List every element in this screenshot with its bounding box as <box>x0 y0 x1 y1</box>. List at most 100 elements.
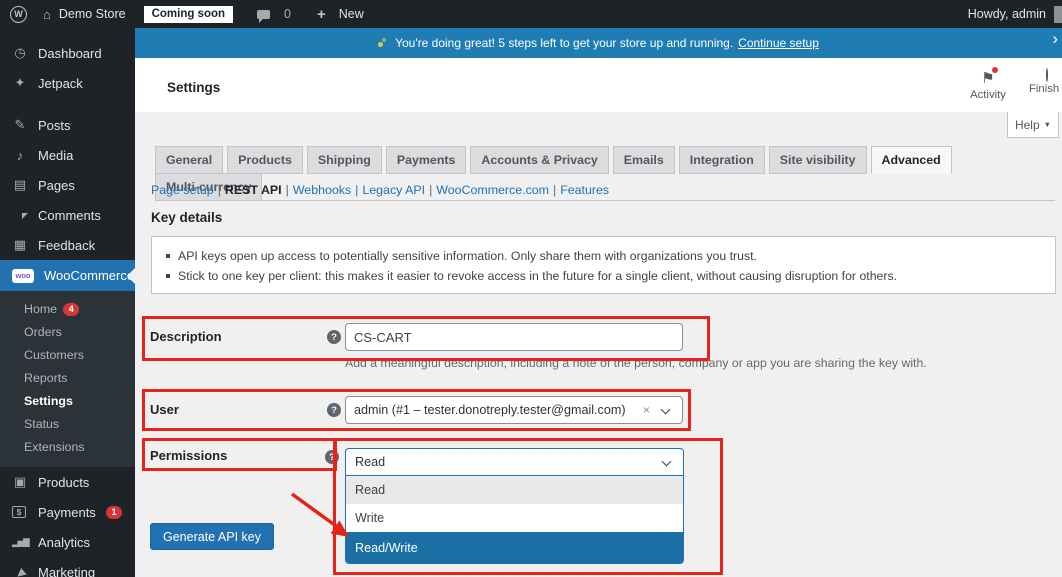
pages-icon: ▤ <box>13 177 27 192</box>
subnav-page-setup[interactable]: Page setup <box>151 183 214 197</box>
sidebar-item-woocommerce[interactable]: woo WooCommerce <box>0 260 135 291</box>
marketing-icon: ◀ <box>13 566 28 577</box>
tab-accounts-privacy[interactable]: Accounts & Privacy <box>470 146 609 174</box>
permissions-label: Permissions <box>150 448 228 463</box>
analytics-icon: ▂▅▇ <box>12 536 30 547</box>
notice-message: You're doing great! 5 steps left to get … <box>395 36 734 50</box>
sidebar-item-products[interactable]: ▣ Products <box>0 467 135 497</box>
submenu-item-status[interactable]: Status <box>0 413 135 436</box>
sidebar-label: Media <box>38 147 74 163</box>
coming-soon-badge: Coming soon <box>143 5 234 23</box>
help-button[interactable]: Help ▼ <box>1007 112 1059 138</box>
subnav-separator: | <box>285 183 289 197</box>
user-select[interactable]: admin (#1 – tester.donotreply.tester@gma… <box>345 396 683 424</box>
comment-count: 0 <box>284 7 291 21</box>
sidebar-item-dashboard[interactable]: ◷ Dashboard <box>0 38 135 68</box>
description-label: Description <box>150 329 222 344</box>
tab-shipping[interactable]: Shipping <box>306 146 382 174</box>
clear-selection-icon[interactable]: × <box>643 403 650 417</box>
sidebar-item-analytics[interactable]: ▂▅▇ Analytics <box>0 527 135 557</box>
tab-advanced[interactable]: Advanced <box>870 146 952 174</box>
subnav-features[interactable]: Features <box>560 183 609 197</box>
user-select-value: admin (#1 – tester.donotreply.tester@gma… <box>354 403 626 417</box>
plus-icon: + <box>316 5 326 23</box>
sidebar-item-media[interactable]: ♪ Media <box>0 140 135 170</box>
celebration-icon <box>378 38 388 48</box>
tab-products[interactable]: Products <box>227 146 303 174</box>
option-read[interactable]: Read <box>346 476 683 504</box>
option-write[interactable]: Write <box>346 504 683 532</box>
subnav-woocommerce-com[interactable]: WooCommerce.com <box>436 183 549 197</box>
home-icon: ⌂ <box>43 6 51 22</box>
continue-setup-link[interactable]: Continue setup <box>738 36 819 50</box>
submenu-label: Settings <box>24 394 73 408</box>
submenu-item-orders[interactable]: Orders <box>0 321 135 344</box>
sidebar-label: Pages <box>38 177 75 193</box>
permissions-select[interactable]: Read <box>345 448 684 476</box>
sidebar-item-posts[interactable]: ✎ Posts <box>0 110 135 140</box>
payments-icon: $ <box>12 506 28 518</box>
tab-general[interactable]: General <box>155 146 224 174</box>
howdy-admin-link[interactable]: Howdy, admin <box>968 7 1046 21</box>
site-name-link[interactable]: Demo Store <box>59 7 126 21</box>
description-help-text: Add a meaningful description, including … <box>345 356 927 370</box>
notice-text: API keys open up access to potentially s… <box>178 249 757 263</box>
user-help-tip-icon[interactable]: ? <box>327 403 341 417</box>
sidebar-item-comments[interactable]: Comments <box>0 200 135 230</box>
submenu-label: Status <box>24 417 60 431</box>
notice-next-chevron-icon[interactable]: › <box>1052 29 1058 49</box>
key-details-heading: Key details <box>151 210 223 225</box>
feedback-icon: ▦ <box>13 237 27 252</box>
payments-badge: 1 <box>105 505 123 519</box>
option-read-write[interactable]: Read/Write <box>346 532 683 563</box>
sidebar-item-marketing[interactable]: ◀ Marketing <box>0 557 135 577</box>
description-help-tip-icon[interactable]: ? <box>327 330 341 344</box>
submenu-item-settings[interactable]: Settings <box>0 390 135 413</box>
finish-setup-label: Finish set <box>1029 83 1062 95</box>
sidebar-item-pages[interactable]: ▤ Pages <box>0 170 135 200</box>
activity-label: Activity <box>970 89 1006 101</box>
avatar[interactable] <box>1054 5 1062 23</box>
generate-api-key-button[interactable]: Generate API key <box>150 523 274 550</box>
subnav-rest-api[interactable]: REST API <box>225 183 282 197</box>
comments-bubble-icon[interactable] <box>257 9 271 23</box>
wordpress-logo-icon[interactable]: W <box>10 5 27 23</box>
subnav-webhooks[interactable]: Webhooks <box>293 183 351 197</box>
sidebar-label: Jetpack <box>38 75 83 91</box>
sidebar-label: Payments <box>38 504 96 520</box>
submenu-item-home[interactable]: Home 4 <box>0 298 135 321</box>
submenu-item-extensions[interactable]: Extensions <box>0 436 135 459</box>
tab-payments[interactable]: Payments <box>385 146 467 174</box>
chevron-down-icon <box>661 456 672 467</box>
permissions-dropdown-list: Read Write Read/Write <box>345 476 684 564</box>
submenu-item-customers[interactable]: Customers <box>0 344 135 367</box>
description-input[interactable] <box>345 323 683 351</box>
woocommerce-rest-api-settings-screen: W ⌂ Demo Store Coming soon 0 + New Howdy… <box>0 0 1062 577</box>
notice-text: Stick to one key per client: this makes … <box>178 269 898 283</box>
home-badge: 4 <box>63 303 80 316</box>
finish-setup-button[interactable]: Finish set <box>1028 68 1062 95</box>
sidebar-item-payments[interactable]: $ Payments 1 <box>0 497 135 527</box>
media-icon: ♪ <box>16 147 24 163</box>
new-menu-link[interactable]: New <box>339 7 364 21</box>
notice-bullet-2: Stick to one key per client: this makes … <box>166 266 1055 286</box>
tab-site-visibility[interactable]: Site visibility <box>768 146 867 174</box>
activity-button[interactable]: ⚑ Activity <box>967 67 1009 101</box>
subnav-legacy-api[interactable]: Legacy API <box>362 183 425 197</box>
tab-integration[interactable]: Integration <box>678 146 765 174</box>
submenu-item-reports[interactable]: Reports <box>0 367 135 390</box>
tab-emails[interactable]: Emails <box>612 146 675 174</box>
permissions-help-tip-icon[interactable]: ? <box>325 450 339 464</box>
dashboard-icon: ◷ <box>14 45 26 60</box>
bullet-square <box>166 274 170 278</box>
sidebar-item-feedback[interactable]: ▦ Feedback <box>0 230 135 260</box>
sidebar-item-jetpack[interactable]: ✦ Jetpack <box>0 68 135 98</box>
subnav-separator: | <box>429 183 433 197</box>
submenu-label: Home <box>24 302 58 316</box>
current-menu-arrow <box>119 267 135 284</box>
sidebar-label: Dashboard <box>38 45 102 61</box>
admin-sidebar: ◷ Dashboard ✦ Jetpack ✎ Posts ♪ Media ▤ … <box>0 28 135 577</box>
chevron-down-icon <box>660 404 671 415</box>
jetpack-icon: ✦ <box>14 75 26 90</box>
sidebar-label: Posts <box>38 117 71 133</box>
